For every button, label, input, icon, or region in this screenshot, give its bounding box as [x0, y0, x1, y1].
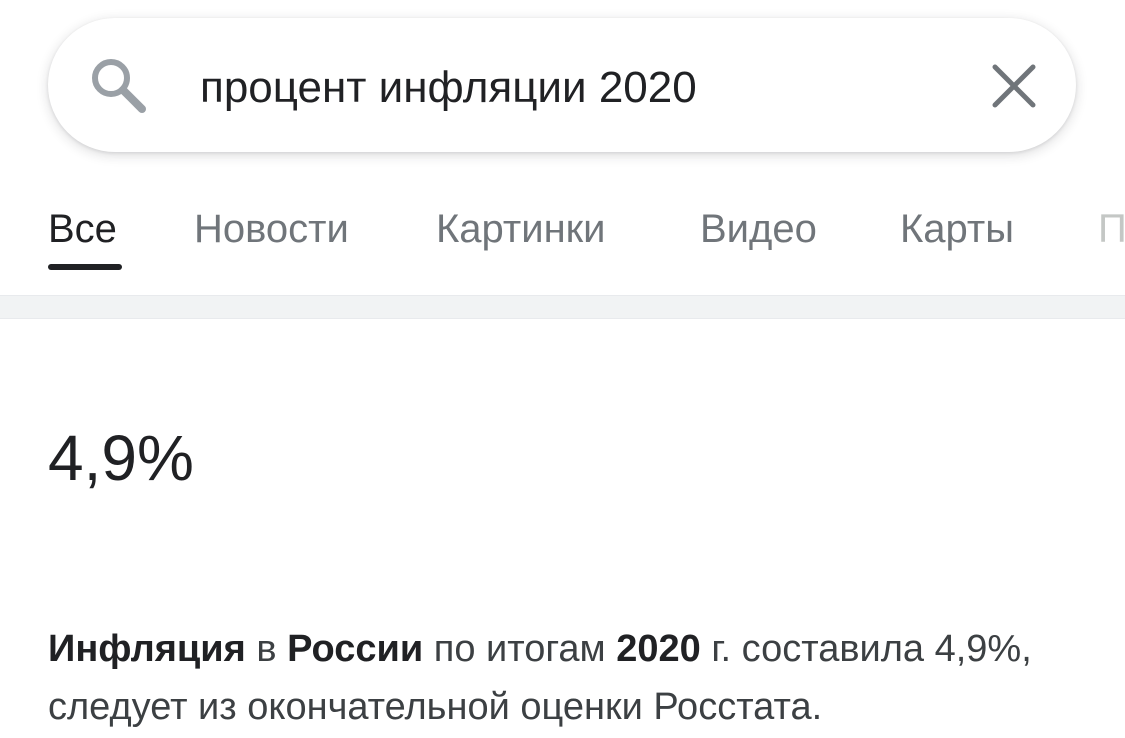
- snippet-bold-year: 2020: [616, 628, 701, 670]
- tab-maps[interactable]: Карты: [900, 205, 1014, 253]
- tab-more[interactable]: П: [1098, 205, 1125, 253]
- close-icon[interactable]: [990, 62, 1038, 110]
- active-tab-indicator: [48, 264, 122, 270]
- search-tabs: Все Новости Картинки Видео Карты П: [0, 185, 1125, 295]
- snippet-bold-russia: России: [287, 628, 424, 670]
- featured-answer: 4,9%: [48, 422, 194, 494]
- snippet-text-in: в: [245, 628, 288, 670]
- tab-news[interactable]: Новости: [194, 205, 349, 253]
- featured-snippet: Инфляция в России по итогам 2020 г. сост…: [48, 620, 1088, 736]
- tab-video[interactable]: Видео: [700, 205, 817, 253]
- tab-all[interactable]: Все: [48, 205, 117, 253]
- snippet-text-results: по итогам: [423, 628, 617, 670]
- search-input[interactable]: процент инфляции 2020: [200, 61, 697, 115]
- tab-images[interactable]: Картинки: [436, 205, 606, 253]
- search-icon[interactable]: [88, 55, 148, 115]
- snippet-bold-inflation: Инфляция: [48, 628, 246, 670]
- section-divider: [0, 295, 1125, 319]
